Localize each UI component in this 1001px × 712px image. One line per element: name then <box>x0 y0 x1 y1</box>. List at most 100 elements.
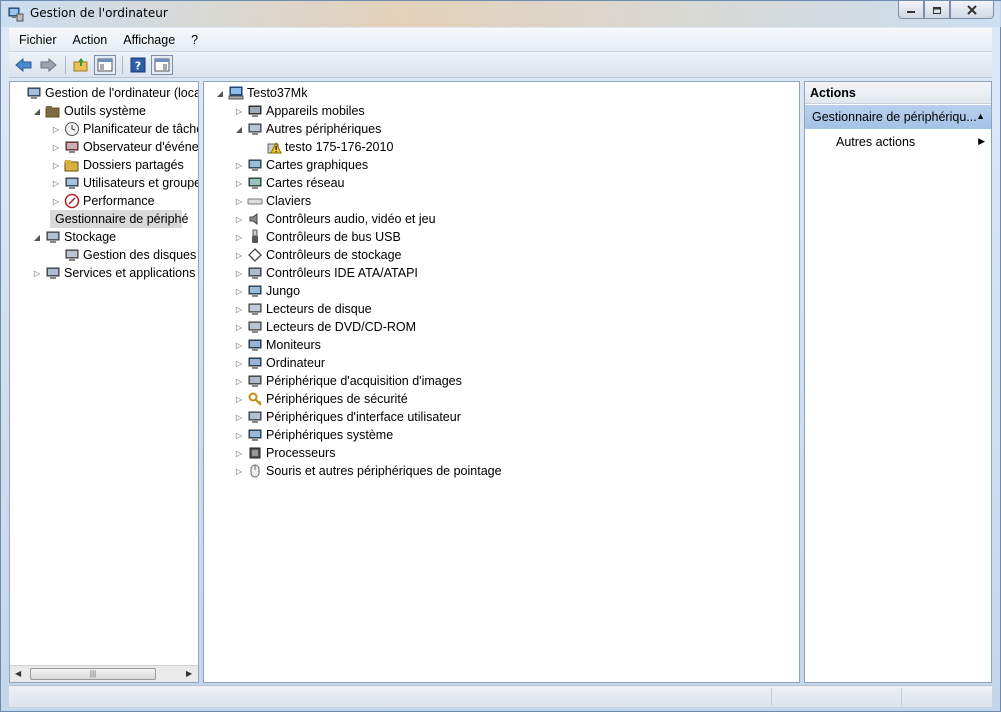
device-tree-item[interactable]: ▷ Lecteurs de DVD/CD-ROM <box>233 318 416 336</box>
collapsed-icon[interactable]: ▷ <box>233 429 245 441</box>
device-tree-item[interactable]: ▷ Lecteurs de disque <box>233 300 372 318</box>
collapse-caret-icon[interactable]: ▲ <box>976 111 985 121</box>
tree-item[interactable]: ▷ Utilisateurs et groupes l <box>50 174 198 192</box>
collapsed-icon[interactable]: ▷ <box>233 447 245 459</box>
close-button[interactable] <box>950 1 994 19</box>
collapsed-icon[interactable]: ▷ <box>233 357 245 369</box>
collapsed-icon[interactable]: ▷ <box>233 159 245 171</box>
show-action-pane-button[interactable] <box>151 54 173 75</box>
computer-management-icon <box>27 87 41 99</box>
tools-icon <box>45 106 60 118</box>
menu-fichier[interactable]: Fichier <box>13 33 63 47</box>
up-folder-button[interactable] <box>70 55 92 75</box>
device-tree-item[interactable]: ▷ Cartes réseau <box>233 174 345 192</box>
usb-icon <box>252 229 258 243</box>
horizontal-scrollbar[interactable]: ◀ ||| ▶ <box>10 665 198 682</box>
tree-item[interactable]: ▷ Performance <box>50 192 155 210</box>
tree-item[interactable]: ▷ Planificateur de tâches <box>50 120 198 138</box>
collapsed-icon[interactable]: ▷ <box>233 303 245 315</box>
scroll-right-icon[interactable]: ▶ <box>186 669 192 678</box>
collapsed-icon[interactable]: ▷ <box>50 195 62 207</box>
maximize-button[interactable] <box>924 1 950 19</box>
collapsed-icon[interactable]: ▷ <box>233 393 245 405</box>
collapsed-icon[interactable]: ▷ <box>233 321 245 333</box>
collapsed-icon[interactable]: ▷ <box>233 177 245 189</box>
device-tree-item[interactable]: ▷ Contrôleurs audio, vidéo et jeu <box>233 210 436 228</box>
key-icon <box>248 392 262 406</box>
device-tree-item[interactable]: ▷ Périphériques de sécurité <box>233 390 408 408</box>
collapsed-icon[interactable]: ▷ <box>233 231 245 243</box>
collapsed-icon[interactable]: ▷ <box>50 159 62 171</box>
scroll-left-icon[interactable]: ◀ <box>15 669 21 678</box>
device-tree-item[interactable]: ▷ Ordinateur <box>233 354 325 372</box>
back-button[interactable] <box>13 55 35 75</box>
expanded-icon[interactable]: ◢ <box>233 123 245 135</box>
tree-item[interactable]: ◢ Outils système <box>31 102 146 120</box>
tree-item[interactable]: ▷ Dossiers partagés <box>50 156 184 174</box>
storage-controller-icon <box>248 248 262 262</box>
action-pane-icon <box>154 58 170 71</box>
device-tree-item[interactable]: ◢ Autres périphériques <box>233 120 381 138</box>
forward-arrow-icon <box>40 57 57 72</box>
actions-pane: Actions Gestionnaire de périphériqu... ▲… <box>804 81 992 683</box>
device-tree-item[interactable]: ▷ Périphérique d'acquisition d'images <box>233 372 462 390</box>
collapsed-icon[interactable]: ▷ <box>233 411 245 423</box>
more-actions-item[interactable]: Autres actions ▶ <box>805 129 991 153</box>
back-arrow-icon <box>15 57 32 72</box>
help-button[interactable]: ? <box>127 55 149 75</box>
collapsed-icon[interactable]: ▷ <box>233 375 245 387</box>
storage-icon <box>46 231 60 243</box>
collapsed-icon[interactable]: ▷ <box>233 249 245 261</box>
device-tree-pane: ◢ Testo37Mk ▷ Appareils mobiles ◢ Autres pé… <box>203 81 800 683</box>
minimize-button[interactable] <box>898 1 924 19</box>
device-tree-item-label: Autres périphériques <box>266 122 382 136</box>
device-tree-item[interactable]: ▷ Contrôleurs IDE ATA/ATAPI <box>233 264 418 282</box>
device-tree-item[interactable]: ▷ Processeurs <box>233 444 336 462</box>
collapsed-icon[interactable]: ▷ <box>233 465 245 477</box>
console-tree-pane: Gestion de l'ordinateur (local) ◢ Outils s… <box>9 81 199 683</box>
expanded-icon[interactable]: ◢ <box>31 231 43 243</box>
computer-icon <box>248 357 262 369</box>
collapsed-icon[interactable]: ▷ <box>31 267 43 279</box>
device-tree-item[interactable]: ▷ Cartes graphiques <box>233 156 368 174</box>
device-tree-root-label: Testo37Mk <box>247 86 308 100</box>
tree-item[interactable]: Gestion de l'ordinateur (local) <box>12 84 198 102</box>
collapsed-icon[interactable]: ▷ <box>50 177 62 189</box>
device-tree-item[interactable]: ▷ Souris et autres périphériques de point… <box>233 462 502 480</box>
tree-item[interactable]: Gestionnaire de périphé <box>50 210 188 228</box>
tree-item[interactable]: Gestion des disques <box>50 246 196 264</box>
menu-action[interactable]: Action <box>67 33 114 47</box>
tree-item[interactable]: ◢ Stockage <box>31 228 116 246</box>
menu-help[interactable]: ? <box>185 33 204 47</box>
collapsed-icon[interactable]: ▷ <box>50 123 62 135</box>
device-tree-item[interactable]: ▷ Contrôleurs de stockage <box>233 246 402 264</box>
device-tree-item[interactable]: testo 175-176-2010 <box>252 138 393 156</box>
menu-affichage[interactable]: Affichage <box>117 33 181 47</box>
forward-button[interactable] <box>37 55 59 75</box>
expanded-icon[interactable]: ◢ <box>31 105 43 117</box>
actions-section-header[interactable]: Gestionnaire de périphériqu... ▲ <box>805 105 991 129</box>
device-tree-item[interactable]: ▷ Contrôleurs de bus USB <box>233 228 401 246</box>
device-tree-root[interactable]: ◢ Testo37Mk <box>214 84 308 102</box>
device-tree-item[interactable]: ▷ Périphériques système <box>233 426 393 444</box>
device-tree-item[interactable]: ▷ Périphériques d'interface utilisateur <box>233 408 461 426</box>
title-bar[interactable]: Gestion de l'ordinateur <box>1 1 1001 27</box>
device-tree-item[interactable]: ▷ Claviers <box>233 192 311 210</box>
device-tree-item[interactable]: ▷ Appareils mobiles <box>233 102 365 120</box>
collapsed-icon[interactable]: ▷ <box>233 285 245 297</box>
device-tree-item-label: Périphériques d'interface utilisateur <box>266 410 461 424</box>
expanded-icon[interactable]: ◢ <box>214 87 226 99</box>
tree-item[interactable]: ▷ Services et applications <box>31 264 195 282</box>
collapsed-icon[interactable]: ▷ <box>233 105 245 117</box>
device-tree-item[interactable]: ▷ Jungo <box>233 282 300 300</box>
show-hide-tree-button[interactable] <box>94 54 116 75</box>
collapsed-icon[interactable]: ▷ <box>233 213 245 225</box>
collapsed-icon[interactable]: ▷ <box>50 141 62 153</box>
collapsed-icon[interactable]: ▷ <box>233 267 245 279</box>
app-window: Gestion de l'ordinateur Fichier Action A… <box>0 0 1001 712</box>
device-tree-item[interactable]: ▷ Moniteurs <box>233 336 321 354</box>
scrollbar-thumb[interactable]: ||| <box>30 668 156 680</box>
collapsed-icon[interactable]: ▷ <box>233 339 245 351</box>
tree-item[interactable]: ▷ Observateur d'événeme <box>50 138 198 156</box>
collapsed-icon[interactable]: ▷ <box>233 195 245 207</box>
